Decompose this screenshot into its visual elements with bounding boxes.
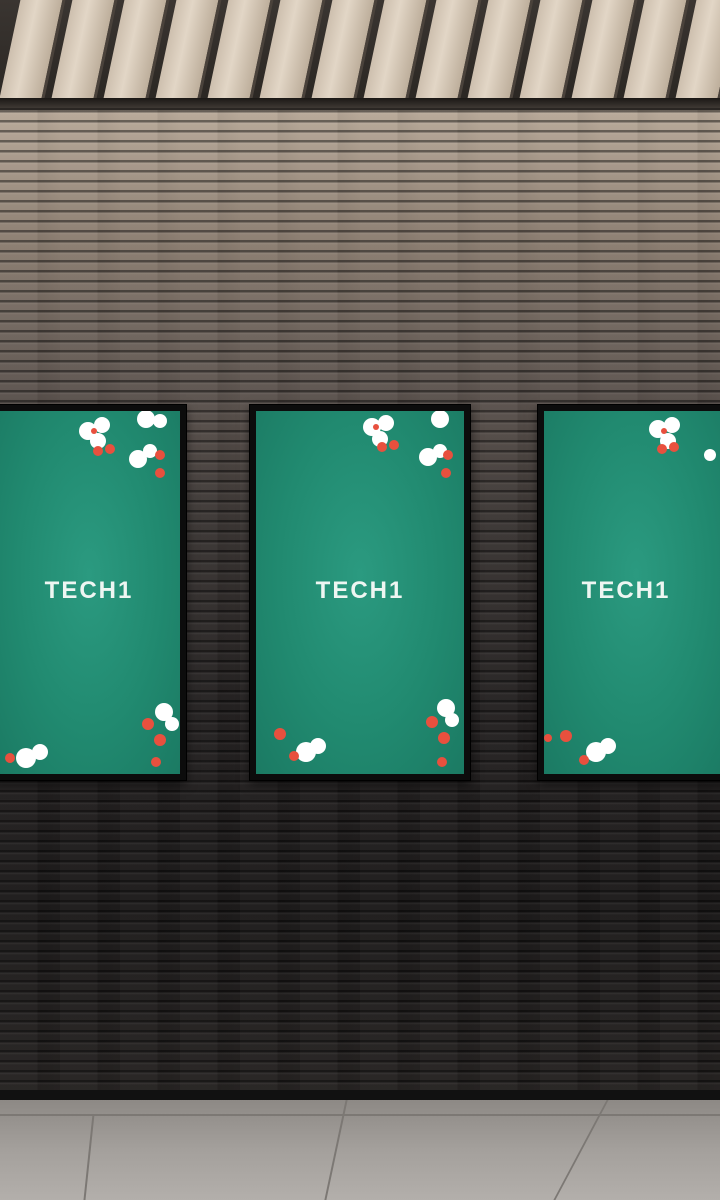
sign-panel: TECH1 <box>0 411 180 774</box>
sign-right: TECH1 <box>538 405 720 780</box>
sign-panel: TECH1 <box>544 411 720 774</box>
photo-scene: TECH1 TECH1 TECH1 <box>0 0 720 1200</box>
flower-cluster-top-right <box>363 411 453 478</box>
flower-cluster-bottom <box>544 730 616 765</box>
sign-center: TECH1 <box>250 405 470 780</box>
flower-cluster-bottom <box>5 703 179 768</box>
tech1-logo: TECH1 <box>315 576 405 604</box>
tech1-logo: TECH1 <box>581 576 671 604</box>
sign-panel: TECH1 <box>256 411 464 774</box>
flower-cluster-top-right <box>649 417 716 461</box>
sign-left: TECH1 <box>0 405 186 780</box>
flower-cluster-bottom <box>274 699 459 767</box>
tech1-logo: TECH1 <box>44 576 134 604</box>
flower-cluster-top-right <box>79 411 167 478</box>
tiled-floor <box>0 1100 720 1200</box>
slatted-ceiling <box>0 0 720 108</box>
